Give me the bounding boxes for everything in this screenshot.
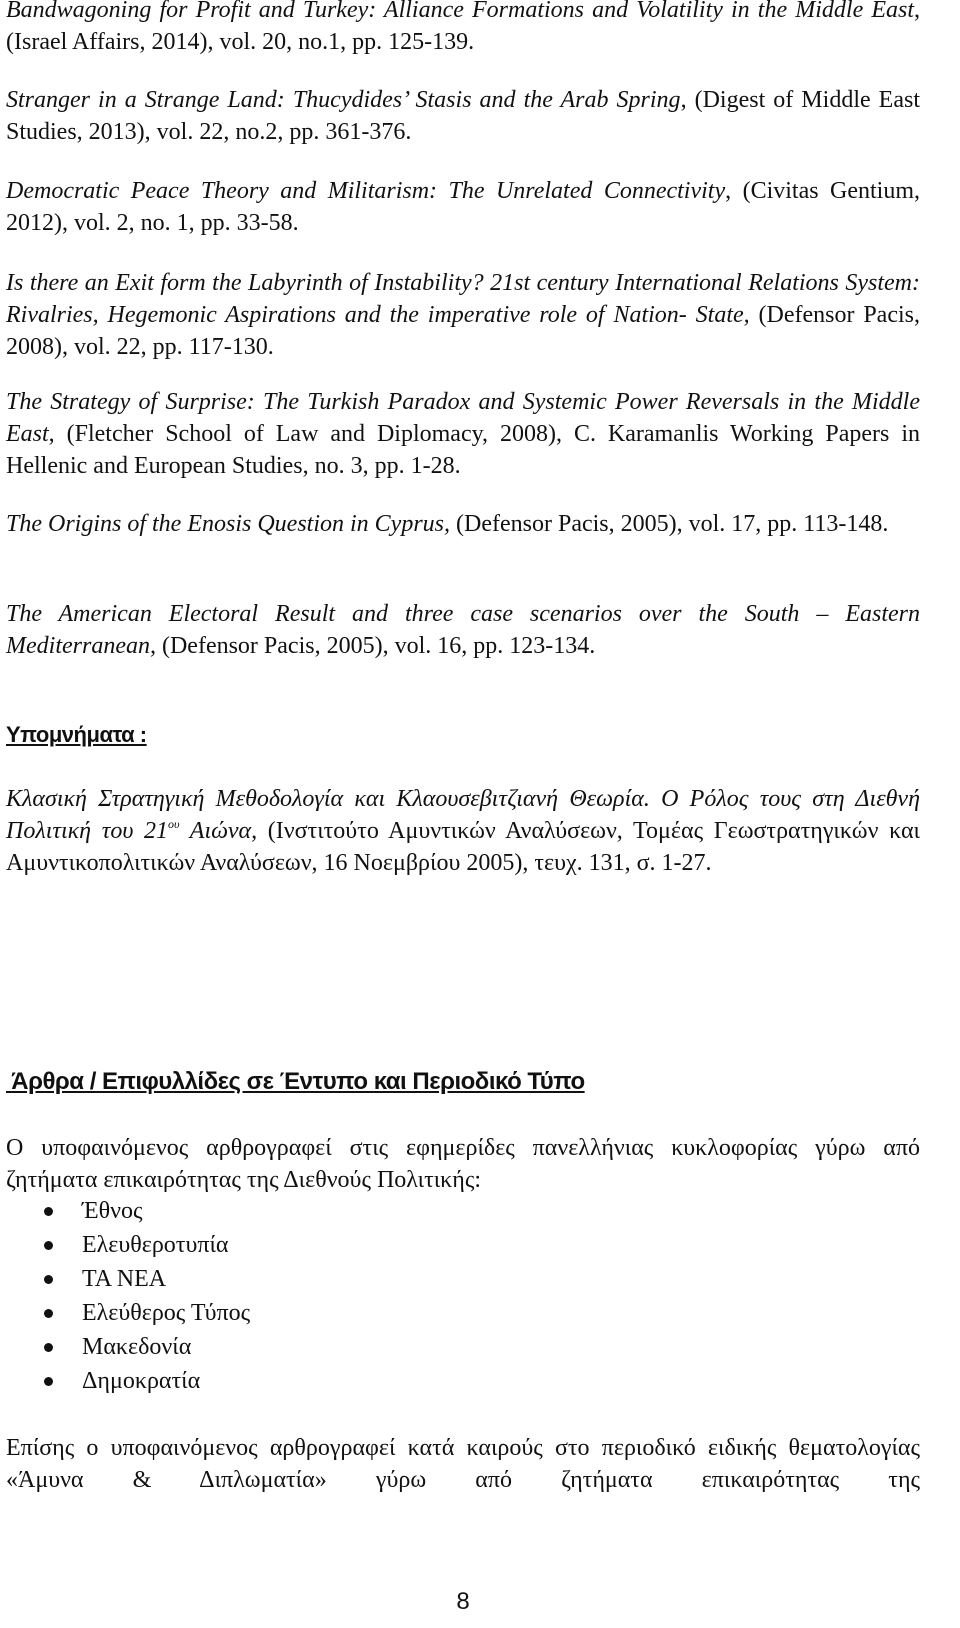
list-item: ΤΑ ΝΕΑ — [6, 1262, 250, 1296]
newspaper-list: Έθνος Ελευθεροτυπία ΤΑ ΝΕΑ Ελεύθερος Τύπ… — [6, 1194, 250, 1398]
reference-entry: Stranger in a Strange Land: Thucydides’ … — [6, 84, 920, 148]
newspaper-name: Έθνος — [82, 1198, 143, 1224]
articles-heading: Άρθρα / Επιφυλλίδες σε Έντυπο και Περιοδ… — [6, 1068, 585, 1095]
list-item: Ελεύθερος Τύπος — [6, 1296, 250, 1330]
reference-details: (Defensor Pacis, 2005), vol. 17, pp. 113… — [450, 511, 889, 537]
bullet-icon — [44, 1241, 53, 1250]
reference-title: Stranger in a Strange Land: Thucydides’ … — [6, 87, 681, 113]
memoranda-heading: Υπομνήματα : — [6, 722, 147, 747]
list-item: Μακεδονία — [6, 1330, 250, 1364]
newspaper-name: Μακεδονία — [82, 1334, 192, 1360]
ordinal-superscript: ου — [168, 817, 180, 831]
reference-details: , (Fletcher School of Law and Diplomacy,… — [6, 421, 920, 479]
list-item: Δημοκρατία — [6, 1364, 250, 1398]
reference-entry: Is there an Exit form the Labyrinth of I… — [6, 267, 920, 363]
newspaper-name: Ελευθεροτυπία — [82, 1232, 229, 1258]
reference-entry: Bandwagoning for Profit and Turkey: Alli… — [6, 0, 920, 58]
newspaper-name: Δημοκρατία — [82, 1368, 201, 1394]
reference-details: (Defensor Pacis, 2005), vol. 16, pp. 123… — [155, 633, 596, 659]
page-number: 8 — [456, 1588, 470, 1615]
reference-title: The Origins of the Enosis Question in Cy… — [6, 511, 451, 537]
memoranda-entry: Κλασική Στρατηγική Μεθοδολογία και Κλαου… — [6, 783, 920, 879]
newspaper-name: ΤΑ ΝΕΑ — [82, 1266, 167, 1292]
bullet-icon — [44, 1275, 53, 1284]
articles-closing: Επίσης ο υποφαινόμενος αρθρογραφεί κατά … — [6, 1435, 920, 1493]
reference-entry: The American Electoral Result and three … — [6, 598, 920, 662]
newspaper-name: Ελεύθερος Τύπος — [82, 1300, 251, 1326]
reference-entry: The Origins of the Enosis Question in Cy… — [6, 508, 920, 540]
bullet-icon — [44, 1343, 53, 1352]
reference-title: Bandwagoning for Profit and Turkey: Alli… — [6, 0, 914, 23]
memoranda-title-part: Αιώνα, — [179, 818, 258, 844]
bullet-icon — [44, 1377, 53, 1386]
reference-entry: The Strategy of Surprise: The Turkish Pa… — [6, 386, 920, 482]
bullet-icon — [44, 1309, 53, 1318]
bullet-icon — [44, 1207, 53, 1216]
articles-intro: Ο υποφαινόμενος αρθρογραφεί στις εφημερί… — [6, 1135, 920, 1193]
list-item: Ελευθεροτυπία — [6, 1228, 250, 1262]
reference-entry: Democratic Peace Theory and Militarism: … — [6, 175, 920, 239]
reference-title: Democratic Peace Theory and Militarism: … — [6, 178, 726, 204]
list-item: Έθνος — [6, 1194, 250, 1228]
